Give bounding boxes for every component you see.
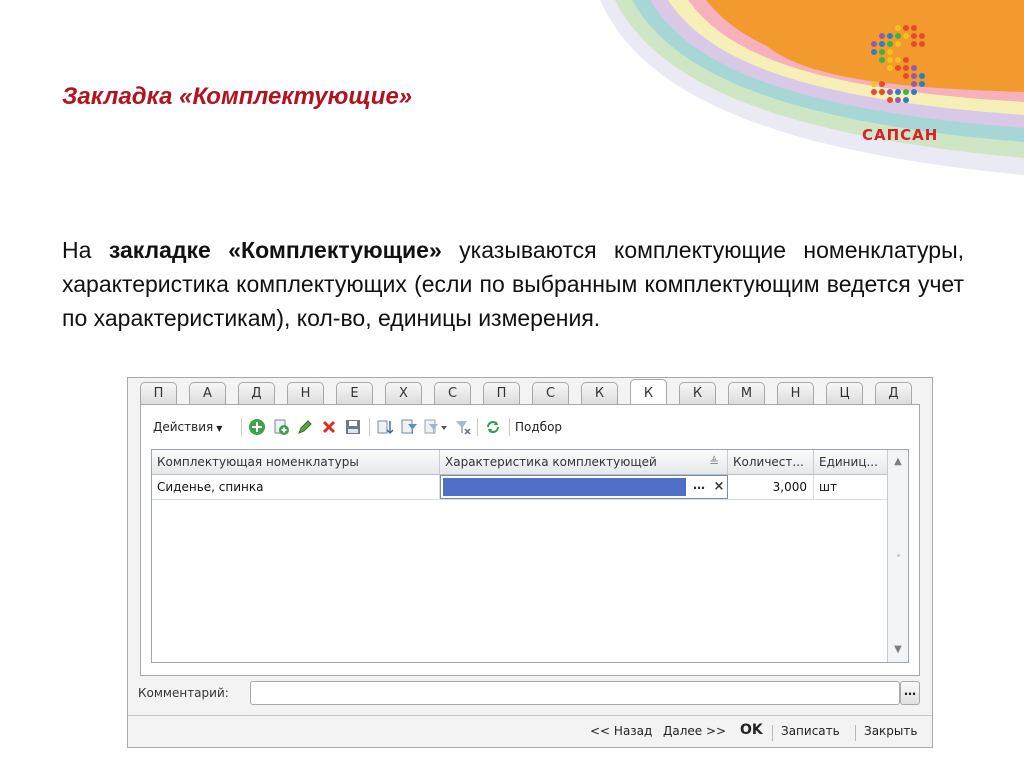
scroll-up-icon[interactable]: ▲: [888, 452, 908, 472]
comment-input[interactable]: [250, 681, 900, 705]
actions-label: Действия: [153, 420, 214, 434]
table-header: Комплектующая номенклатуры Характеристик…: [152, 450, 890, 475]
pick-button[interactable]: Подбор: [515, 415, 562, 439]
tab-14[interactable]: Ц: [826, 382, 863, 404]
tab-11[interactable]: К: [679, 382, 716, 404]
cell-characteristic-editor[interactable]: … ×: [440, 475, 728, 499]
copy-icon[interactable]: [271, 415, 291, 439]
form-footer: << Назад Далее >> OK Записать Закрыть: [128, 715, 932, 748]
components-form: П А Д Н Е Х С П С К К К М Н Ц Д Действия…: [127, 377, 933, 748]
edit-icon[interactable]: [295, 415, 315, 439]
tab-5[interactable]: Х: [385, 382, 422, 404]
tab-2[interactable]: Д: [238, 382, 275, 404]
write-button[interactable]: Записать: [781, 724, 840, 738]
toolbar-separator: [241, 418, 242, 436]
toolbar-separator: [477, 418, 478, 436]
toolbar-separator: [509, 418, 510, 436]
clear-icon[interactable]: ×: [711, 478, 727, 496]
comment-ellipsis-button[interactable]: …: [900, 681, 920, 705]
footer-separator: [855, 725, 856, 741]
tab-9[interactable]: К: [581, 382, 618, 404]
table-row[interactable]: Сиденье, спинка … × 3,000 шт: [152, 475, 890, 500]
characteristic-input[interactable]: [443, 478, 686, 496]
tab-7[interactable]: П: [483, 382, 520, 404]
tab-3[interactable]: Н: [287, 382, 324, 404]
table-toolbar: Действия ▼ Подбор: [147, 415, 913, 439]
sort-indicator-icon: ≜: [708, 455, 719, 469]
add-icon[interactable]: [247, 415, 267, 439]
slide-body-text: На закладке «Комплектующие» указываются …: [62, 233, 964, 335]
footer-separator: [772, 725, 773, 741]
ok-button[interactable]: OK: [740, 722, 763, 738]
column-header-item[interactable]: Комплектующая номенклатуры: [152, 450, 440, 474]
cell-unit[interactable]: шт: [814, 475, 890, 499]
toolbar-separator: [369, 418, 370, 436]
tab-6[interactable]: С: [434, 382, 471, 404]
tab-12[interactable]: М: [728, 382, 765, 404]
slide-title: Закладка «Комплектующие»: [62, 83, 413, 110]
vertical-scrollbar[interactable]: ▲ ▼: [887, 450, 908, 662]
body-prefix: На: [62, 237, 109, 263]
tab-0[interactable]: П: [140, 382, 177, 404]
save-icon[interactable]: [343, 415, 363, 439]
tab-1[interactable]: А: [189, 382, 226, 404]
filter-menu-icon[interactable]: [423, 415, 447, 439]
tab-4[interactable]: Е: [336, 382, 373, 404]
clear-filter-icon[interactable]: [453, 415, 473, 439]
column-header-quantity[interactable]: Количест...: [728, 450, 814, 474]
body-bold: закладке «Комплектующие»: [108, 237, 442, 263]
components-table: Комплектующая номенклатуры Характеристик…: [151, 449, 909, 663]
delete-icon[interactable]: [319, 415, 339, 439]
sort-icon[interactable]: [375, 415, 395, 439]
comment-label: Комментарий:: [138, 686, 229, 700]
close-button[interactable]: Закрыть: [864, 724, 917, 738]
next-button[interactable]: Далее >>: [663, 724, 726, 738]
chevron-down-icon: ▼: [216, 424, 223, 433]
filter-icon[interactable]: [399, 415, 419, 439]
logo-brand-text: САПСАН: [862, 126, 939, 144]
scroll-thumb[interactable]: [897, 554, 900, 557]
scroll-down-icon[interactable]: ▼: [888, 640, 908, 660]
cell-item[interactable]: Сиденье, спинка: [152, 475, 440, 499]
actions-menu-button[interactable]: Действия ▼: [153, 415, 222, 439]
column-header-characteristic[interactable]: Характеристика комплектующей ≜: [440, 450, 728, 474]
refresh-icon[interactable]: [483, 415, 503, 439]
sapsan-logo: САПСАН: [850, 18, 960, 144]
ellipsis-button[interactable]: …: [689, 478, 709, 496]
tab-15[interactable]: Д: [875, 382, 912, 404]
logo-dots-icon: [871, 25, 925, 103]
tab-panel-components: Действия ▼ Подбор Комплектующая номенкла…: [140, 404, 920, 676]
tab-13[interactable]: Н: [777, 382, 814, 404]
tab-8[interactable]: С: [532, 382, 569, 404]
cell-quantity[interactable]: 3,000: [728, 475, 814, 499]
tab-components-active[interactable]: К: [630, 379, 667, 405]
column-header-characteristic-label: Характеристика комплектующей: [445, 455, 657, 469]
column-header-unit[interactable]: Единиц...: [814, 450, 890, 474]
back-button[interactable]: << Назад: [590, 724, 652, 738]
